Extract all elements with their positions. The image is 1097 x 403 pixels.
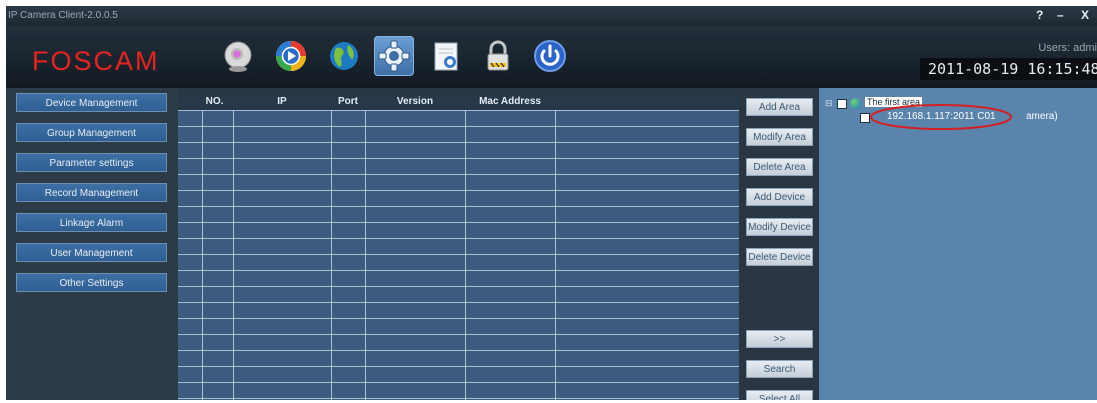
action-panel: Add Area Modify Area Delete Area Add Dev… <box>739 88 819 400</box>
lock-icon[interactable] <box>478 36 518 76</box>
table-row-divider <box>178 334 739 335</box>
table-row-divider <box>178 206 739 207</box>
device-table[interactable]: NO. IP Port Version Mac Address <box>178 94 739 400</box>
table-row-divider <box>178 142 739 143</box>
sidebar-item-linkage-alarm[interactable]: Linkage Alarm <box>16 213 167 232</box>
delete-area-button[interactable]: Delete Area <box>746 158 813 176</box>
table-row-divider <box>178 302 739 303</box>
sidebar-item-user-management[interactable]: User Management <box>16 243 167 262</box>
title-bar: IP Camera Client-2.0.0.5 ? – X <box>6 6 1097 26</box>
sidebar: Device Management Group Management Param… <box>6 88 178 400</box>
column-header-port[interactable]: Port <box>331 94 365 110</box>
table-row-divider <box>178 254 739 255</box>
modify-device-button[interactable]: Modify Device <box>746 218 813 236</box>
table-row-divider <box>178 158 739 159</box>
table-row-divider <box>178 190 739 191</box>
table-row-divider <box>178 366 739 367</box>
table-row-divider <box>178 398 739 399</box>
table-row-divider <box>178 222 739 223</box>
sidebar-item-other-settings[interactable]: Other Settings <box>16 273 167 292</box>
table-row-divider <box>178 270 739 271</box>
help-button[interactable]: ? <box>1036 8 1043 22</box>
add-device-button[interactable]: Add Device <box>746 188 813 206</box>
table-row-divider <box>178 126 739 127</box>
table-row-divider <box>178 350 739 351</box>
modify-area-button[interactable]: Modify Area <box>746 128 813 146</box>
header-bar: FOSCAM Users: admi 2011-08-19 16:15:48 <box>6 26 1097 88</box>
area-globe-icon <box>850 98 861 109</box>
device-label-suffix: amera) <box>1026 111 1058 122</box>
window-title: IP Camera Client-2.0.0.5 <box>8 10 118 21</box>
playback-icon[interactable] <box>271 36 311 76</box>
foscam-logo: FOSCAM <box>32 46 160 76</box>
table-row-divider <box>178 286 739 287</box>
table-column-divider <box>365 94 366 400</box>
area-tree: ⊟ The first area 192.168.1.117:2011 C01 … <box>819 88 1097 400</box>
map-icon[interactable] <box>324 36 364 76</box>
table-row-divider <box>178 318 739 319</box>
table-header: NO. IP Port Version Mac Address <box>178 94 739 110</box>
table-column-divider <box>233 94 234 400</box>
sidebar-item-group-management[interactable]: Group Management <box>16 123 167 142</box>
tree-collapse-toggle[interactable]: ⊟ <box>825 98 833 109</box>
settings-gear-icon[interactable] <box>374 36 414 76</box>
power-icon[interactable] <box>530 36 570 76</box>
table-row-divider <box>178 382 739 383</box>
table-column-divider <box>202 94 203 400</box>
log-icon[interactable] <box>426 36 466 76</box>
area-checkbox[interactable] <box>837 99 847 109</box>
users-label: Users: admi <box>1038 42 1097 54</box>
sidebar-item-parameter-settings[interactable]: Parameter settings <box>16 153 167 172</box>
move-to-area-button[interactable]: >> <box>746 330 813 348</box>
column-header-mac-address[interactable]: Mac Address <box>465 94 555 110</box>
table-column-divider <box>555 94 556 400</box>
datetime-display: 2011-08-19 16:15:48 <box>920 58 1097 80</box>
live-video-icon[interactable] <box>218 36 258 76</box>
app-window: IP Camera Client-2.0.0.5 ? – X FOSCAM Us… <box>6 6 1097 400</box>
column-header-ip[interactable]: IP <box>233 94 331 110</box>
delete-device-button[interactable]: Delete Device <box>746 248 813 266</box>
minimize-button[interactable]: – <box>1057 8 1064 22</box>
sidebar-item-device-management[interactable]: Device Management <box>16 93 167 112</box>
table-row-divider <box>178 110 739 111</box>
sidebar-item-record-management[interactable]: Record Management <box>16 183 167 202</box>
column-header-version[interactable]: Version <box>365 94 465 110</box>
table-column-divider <box>465 94 466 400</box>
search-button[interactable]: Search <box>746 360 813 378</box>
column-header-no[interactable]: NO. <box>202 94 227 110</box>
table-row-divider <box>178 238 739 239</box>
highlight-ellipse-annotation <box>870 104 1012 130</box>
table-column-divider <box>331 94 332 400</box>
table-row-divider <box>178 174 739 175</box>
select-all-button[interactable]: Select All <box>746 390 813 400</box>
close-button[interactable]: X <box>1081 8 1089 22</box>
add-area-button[interactable]: Add Area <box>746 98 813 116</box>
